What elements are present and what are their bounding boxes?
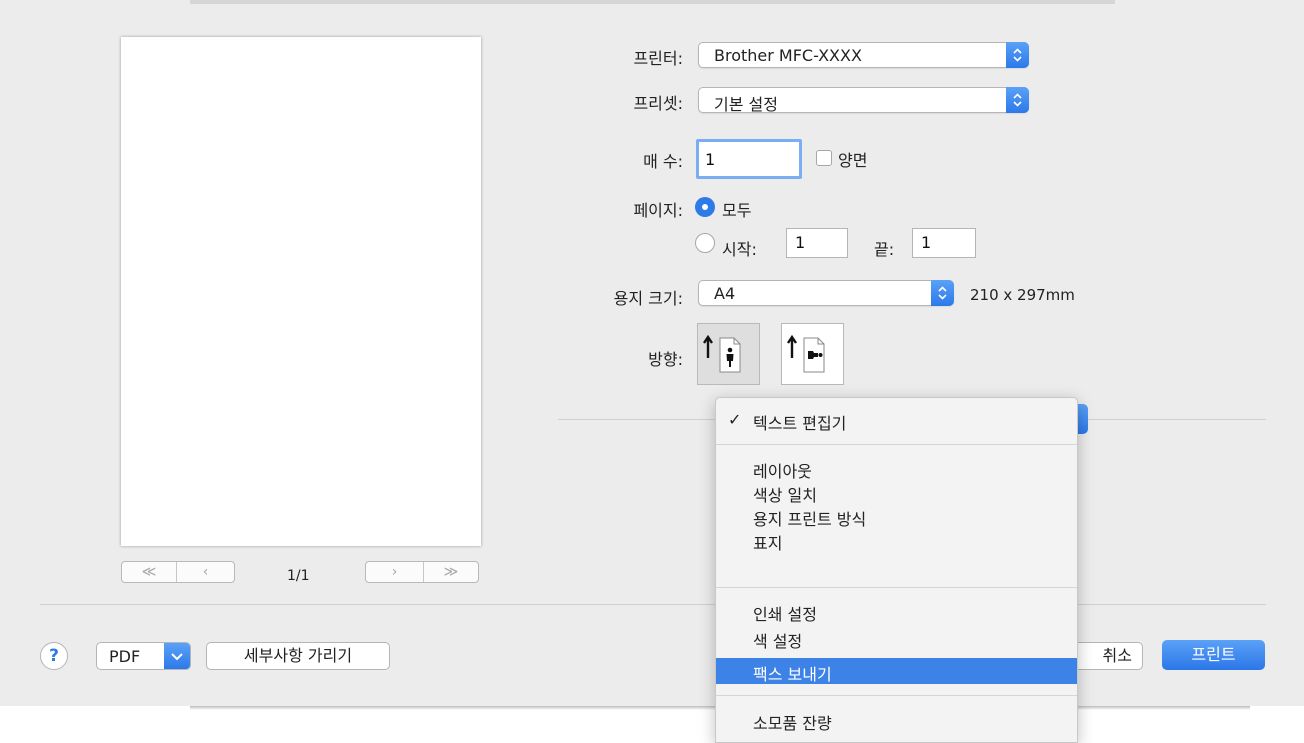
- menu-item-supply-levels[interactable]: 소모품 잔량: [716, 707, 1077, 733]
- paper-dimensions: 210 x 297mm: [970, 286, 1075, 304]
- last-page-button[interactable]: ≫: [423, 562, 478, 582]
- menu-item-layout[interactable]: 레이아웃: [716, 455, 1077, 481]
- print-button[interactable]: 프린트: [1162, 640, 1265, 670]
- pages-all-label: 모두: [722, 201, 752, 220]
- checkmark-icon: ✓: [728, 410, 742, 429]
- menu-separator: [716, 587, 1077, 588]
- orientation-label: 방향:: [648, 350, 683, 369]
- duplex-label: 양면: [838, 151, 868, 170]
- up-down-arrows-icon: [931, 280, 954, 306]
- pdf-label: PDF: [109, 647, 141, 666]
- preview-forward-nav: › ≫: [365, 561, 479, 583]
- dialog-top-edge: [190, 0, 1115, 4]
- pages-all-radio[interactable]: [695, 197, 715, 217]
- previous-page-button[interactable]: ‹: [176, 562, 234, 582]
- print-dialog: ≪ ‹ 1/1 › ≫ 프린터: Brother MFC-XXXX 프리셋: 기…: [0, 0, 1304, 706]
- up-down-arrows-icon: [1006, 87, 1029, 113]
- hide-details-button[interactable]: 세부사항 가리기: [206, 642, 390, 670]
- page-counter: 1/1: [287, 568, 310, 584]
- help-button[interactable]: ?: [40, 642, 68, 670]
- printer-label: 프린터:: [633, 49, 683, 68]
- paper-size-value: A4: [714, 284, 736, 303]
- pages-to-input[interactable]: 1: [912, 228, 976, 258]
- paper-size-select[interactable]: A4: [698, 280, 954, 306]
- copies-label: 매 수:: [643, 152, 683, 171]
- preview-back-nav: ≪ ‹: [121, 561, 235, 583]
- printer-value: Brother MFC-XXXX: [714, 46, 862, 65]
- portrait-button[interactable]: [697, 323, 760, 385]
- settings-pane-menu: ✓ 텍스트 편집기 레이아웃 색상 일치 용지 프린트 방식 표지 인쇄 설정 …: [715, 397, 1078, 743]
- next-page-button[interactable]: ›: [366, 562, 423, 582]
- preset-label: 프리셋:: [633, 94, 683, 113]
- first-page-button[interactable]: ≪: [122, 562, 176, 582]
- menu-item-color-settings[interactable]: 색 설정: [716, 625, 1077, 651]
- menu-item-paper-handling[interactable]: 용지 프린트 방식: [716, 503, 1077, 529]
- duplex-checkbox[interactable]: [816, 150, 832, 166]
- menu-item-send-fax[interactable]: 팩스 보내기: [716, 658, 1077, 684]
- pdf-menu-button[interactable]: PDF: [96, 642, 191, 670]
- up-down-arrows-icon: [1006, 42, 1029, 68]
- paper-size-label: 용지 크기:: [613, 289, 683, 308]
- pages-range-radio[interactable]: [695, 233, 715, 253]
- desktop-below-dialog: [0, 706, 1304, 743]
- preset-value: 기본 설정: [714, 95, 778, 114]
- printer-select[interactable]: Brother MFC-XXXX: [698, 42, 1029, 68]
- preset-select[interactable]: 기본 설정: [698, 87, 1029, 114]
- menu-item-cover-page[interactable]: 표지: [716, 527, 1077, 553]
- pages-from-input[interactable]: 1: [786, 228, 848, 258]
- copies-input[interactable]: 1: [696, 139, 802, 179]
- menu-separator: [716, 444, 1077, 445]
- pages-label: 페이지:: [633, 201, 683, 220]
- menu-item-text-editor[interactable]: ✓ 텍스트 편집기: [716, 407, 1077, 433]
- landscape-button[interactable]: [781, 323, 844, 385]
- page-preview: [121, 37, 481, 546]
- chevron-down-icon: [164, 643, 190, 669]
- menu-item-print-settings[interactable]: 인쇄 설정: [716, 598, 1077, 624]
- pages-from-label: 시작:: [722, 240, 757, 259]
- landscape-orientation-icon: [787, 334, 825, 373]
- menu-separator: [716, 695, 1077, 696]
- menu-item-color-matching[interactable]: 색상 일치: [716, 479, 1077, 505]
- footer-separator: [40, 604, 1266, 605]
- portrait-orientation-icon: [703, 334, 741, 373]
- pages-to-label: 끝:: [874, 240, 895, 259]
